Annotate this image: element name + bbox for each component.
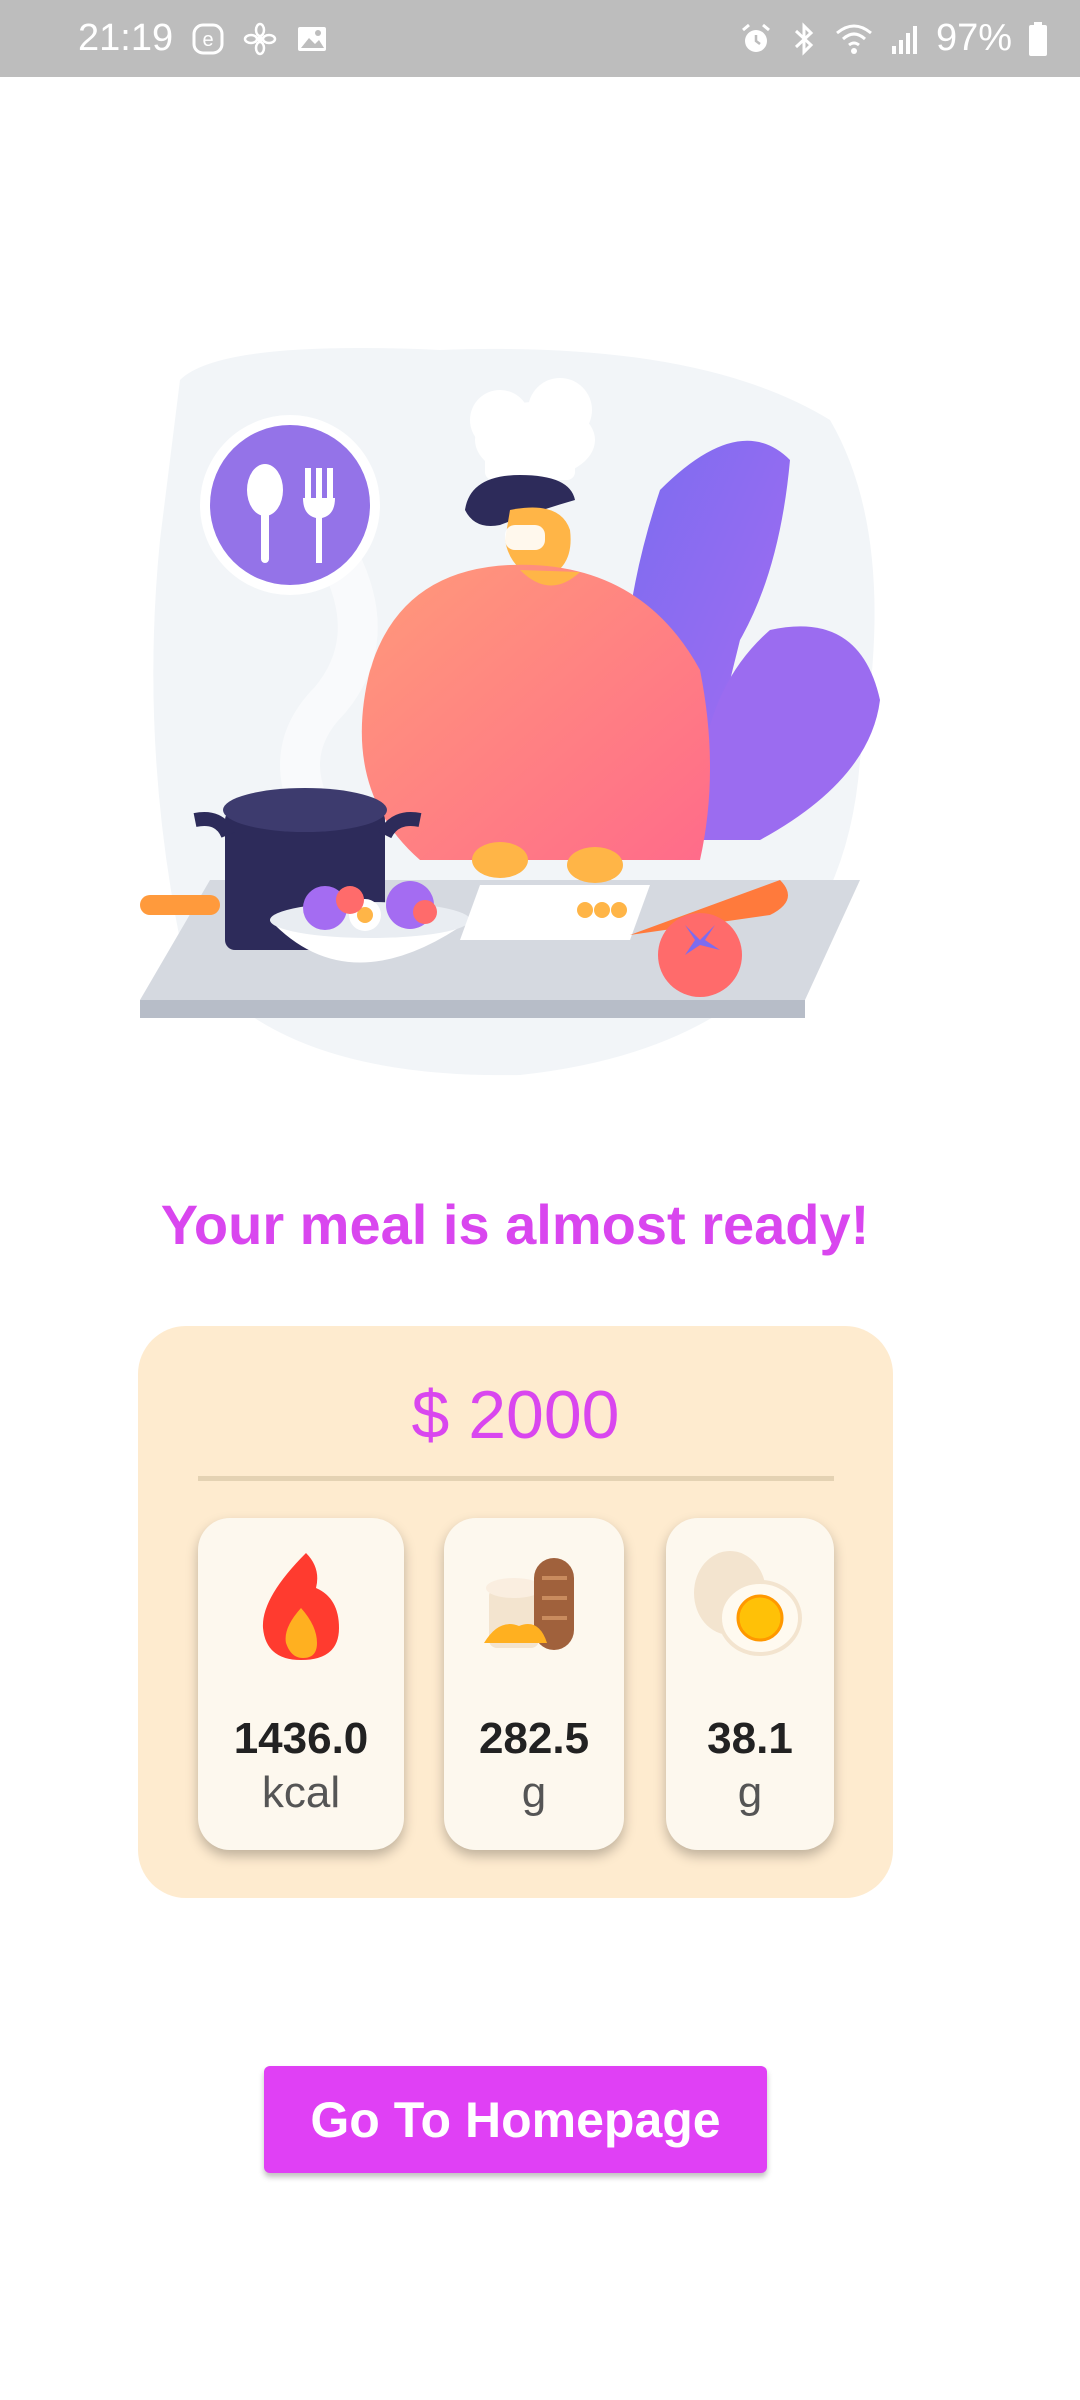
carbs-tile: 282.5 g [444, 1518, 624, 1850]
svg-text:e: e [203, 29, 214, 51]
flame-icon [262, 1553, 339, 1660]
order-summary-card: $ 2000 1436.0 kcal 282.5 g 38.1 g [138, 1326, 893, 1898]
pinwheel-icon [243, 22, 277, 56]
status-bar: 21:19 e 97% [0, 0, 1080, 77]
protein-tile: 38.1 g [666, 1518, 834, 1850]
carbs-unit: g [521, 1768, 547, 1817]
go-to-homepage-button[interactable]: Go To Homepage [264, 2066, 767, 2173]
battery-icon [1028, 21, 1048, 57]
calories-unit: kcal [261, 1768, 341, 1817]
bread-icon [484, 1558, 574, 1650]
calories-value: 1436.0 [233, 1714, 369, 1763]
divider [198, 1476, 834, 1481]
protein-value: 38.1 [707, 1714, 793, 1763]
image-icon [295, 22, 329, 56]
status-time: 21:19 [78, 17, 174, 59]
protein-unit: g [737, 1768, 763, 1817]
chef-cooking-illustration [140, 348, 880, 1076]
wifi-icon [834, 21, 874, 57]
signal-icon [890, 22, 920, 56]
e-badge-icon: e [191, 22, 225, 56]
bluetooth-icon [790, 21, 818, 57]
battery-percent: 97% [935, 17, 1012, 59]
page-title: Your meal is almost ready! [160, 1193, 870, 1256]
carbs-value: 282.5 [478, 1714, 590, 1763]
order-price: $ 2000 [411, 1377, 620, 1453]
calories-tile: 1436.0 kcal [198, 1518, 404, 1850]
alarm-icon [738, 21, 774, 57]
egg-icon [694, 1551, 802, 1656]
